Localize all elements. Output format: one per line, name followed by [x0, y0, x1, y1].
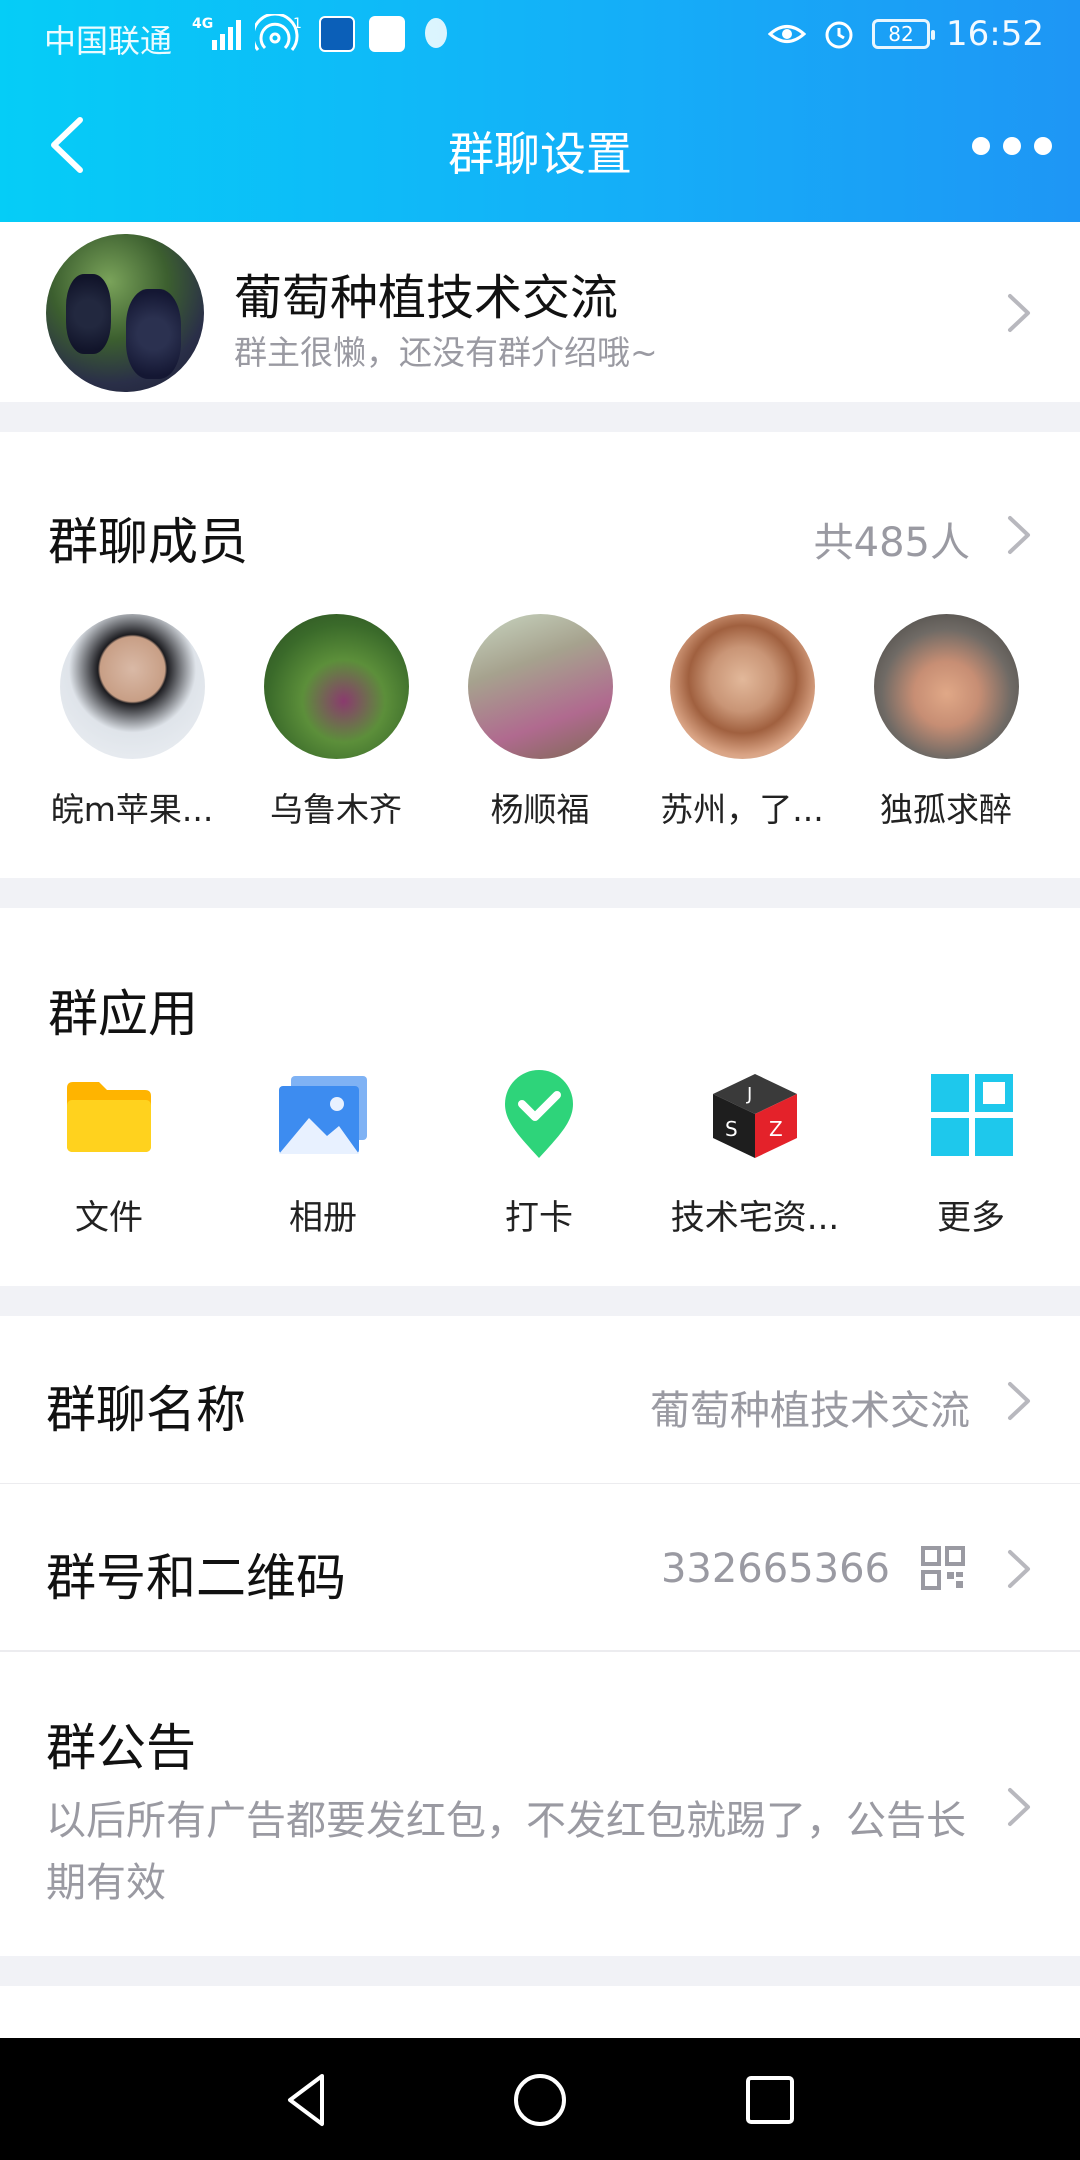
- checkin-icon: [505, 1070, 573, 1158]
- group-apps-section: 群应用 文件 相册 打卡 J S Z 技术宅资... 更多: [0, 908, 1080, 1286]
- group-name-label: 群聊名称: [46, 1381, 246, 1439]
- member-item[interactable]: 乌鲁木齐: [236, 614, 436, 831]
- group-name-value: 葡萄种植技术交流: [650, 1388, 970, 1434]
- app-item-files[interactable]: 文件: [4, 1070, 214, 1239]
- member-list: 皖m苹果... 乌鲁木齐 杨顺福 苏州，了... 独孤求醉: [0, 614, 1080, 844]
- apps-title: 群应用: [48, 985, 198, 1043]
- svg-text:S: S: [725, 1117, 738, 1141]
- avatar: [669, 614, 815, 759]
- avatar: [873, 614, 1019, 759]
- group-number-qr-row[interactable]: 群号和二维码 332665366: [0, 1484, 1080, 1650]
- group-number-value: 332665366: [660, 1546, 890, 1592]
- app-label: 文件: [75, 1198, 143, 1238]
- app-label: 技术宅资...: [670, 1198, 840, 1238]
- group-notice-text: 以后所有广告都要发红包，不发红包就踢了，公告长期有效: [46, 1798, 966, 1906]
- notification-icons: 1: [255, 14, 453, 54]
- svg-text:Z: Z: [769, 1117, 783, 1141]
- chevron-right-icon: [1008, 294, 1030, 332]
- member-name: 皖m苹果...: [50, 790, 214, 829]
- chevron-right-icon[interactable]: [1002, 510, 1036, 560]
- qr-code-icon: [921, 1546, 965, 1590]
- member-item[interactable]: 皖m苹果...: [32, 614, 232, 831]
- status-bar: 中国联通 4G 1 82 16:52: [0, 0, 1080, 76]
- carrier-name: 中国联通: [44, 22, 173, 60]
- chevron-right-icon: [1008, 1382, 1030, 1420]
- app-label: 打卡: [505, 1198, 573, 1238]
- alarm-icon: [825, 21, 853, 49]
- chevron-right-icon: [1008, 1550, 1030, 1588]
- jsz-cube-icon: J S Z: [713, 1074, 797, 1158]
- hotspot-count: 1: [293, 16, 302, 32]
- battery-level: 82: [888, 22, 914, 46]
- avatar: [59, 614, 205, 759]
- qq-penguin-icon: [425, 18, 447, 48]
- group-name-row[interactable]: 群聊名称 葡萄种植技术交流: [0, 1316, 1080, 1483]
- member-name: 苏州，了...: [660, 790, 824, 829]
- folder-icon: [67, 1082, 151, 1152]
- group-intro: 群主很懒，还没有群介绍哦~: [234, 333, 658, 372]
- group-avatar: [46, 234, 204, 392]
- avatar: [467, 614, 613, 759]
- next-row-partial: [0, 1986, 1080, 2038]
- system-nav-bar: [0, 2038, 1080, 2160]
- member-name: 独孤求醉: [880, 790, 1012, 829]
- security-app-icon: [369, 16, 405, 52]
- header-bar: 中国联通 4G 1 82 16:52 群聊设置: [0, 0, 1080, 222]
- member-item[interactable]: 独孤求醉: [846, 614, 1046, 831]
- group-name: 葡萄种植技术交流: [234, 270, 619, 326]
- member-item[interactable]: 杨顺福: [440, 614, 640, 831]
- app-list: 文件 相册 打卡 J S Z 技术宅资... 更多: [0, 1070, 1080, 1250]
- back-triangle-icon[interactable]: [276, 2068, 340, 2132]
- clock: 16:52: [946, 14, 1044, 54]
- group-profile-card[interactable]: 葡萄种植技术交流 群主很懒，还没有群介绍哦~: [0, 222, 1080, 402]
- member-name: 乌鲁木齐: [270, 790, 402, 829]
- hotspot-icon: 1: [255, 14, 302, 51]
- signal-icon: [212, 20, 241, 50]
- home-circle-icon[interactable]: [508, 2068, 572, 2132]
- svg-text:J: J: [746, 1084, 752, 1105]
- app-item-album[interactable]: 相册: [218, 1070, 428, 1239]
- eye-comfort-icon: [768, 25, 807, 43]
- shield-app-icon: [319, 16, 355, 52]
- more-grid-icon: [931, 1074, 1013, 1156]
- battery-icon: 82: [872, 19, 936, 49]
- chevron-right-icon: [1008, 1788, 1030, 1826]
- page-title: 群聊设置: [448, 127, 632, 181]
- more-dots-icon[interactable]: [972, 120, 1052, 172]
- app-item-checkin[interactable]: 打卡: [434, 1070, 644, 1239]
- group-notice-row[interactable]: 群公告 以后所有广告都要发红包，不发红包就踢了，公告长期有效: [0, 1652, 1080, 1956]
- group-notice-label: 群公告: [46, 1719, 196, 1777]
- app-label: 相册: [289, 1198, 357, 1238]
- status-right: 82 16:52: [768, 14, 1044, 54]
- group-number-label: 群号和二维码: [46, 1549, 346, 1607]
- member-name: 杨顺福: [490, 790, 590, 829]
- member-item[interactable]: 苏州，了...: [642, 614, 842, 831]
- avatar: [263, 614, 409, 759]
- members-title: 群聊成员: [48, 513, 248, 571]
- app-item-jsz[interactable]: J S Z 技术宅资...: [650, 1070, 860, 1239]
- members-section: 群聊成员 共485人 皖m苹果... 乌鲁木齐 杨顺福 苏州，了... 独孤求醉: [0, 432, 1080, 878]
- app-label: 更多: [937, 1198, 1005, 1238]
- members-count[interactable]: 共485人: [814, 510, 970, 568]
- recents-square-icon[interactable]: [738, 2068, 802, 2132]
- app-item-more[interactable]: 更多: [866, 1070, 1076, 1239]
- album-icon: [279, 1076, 367, 1154]
